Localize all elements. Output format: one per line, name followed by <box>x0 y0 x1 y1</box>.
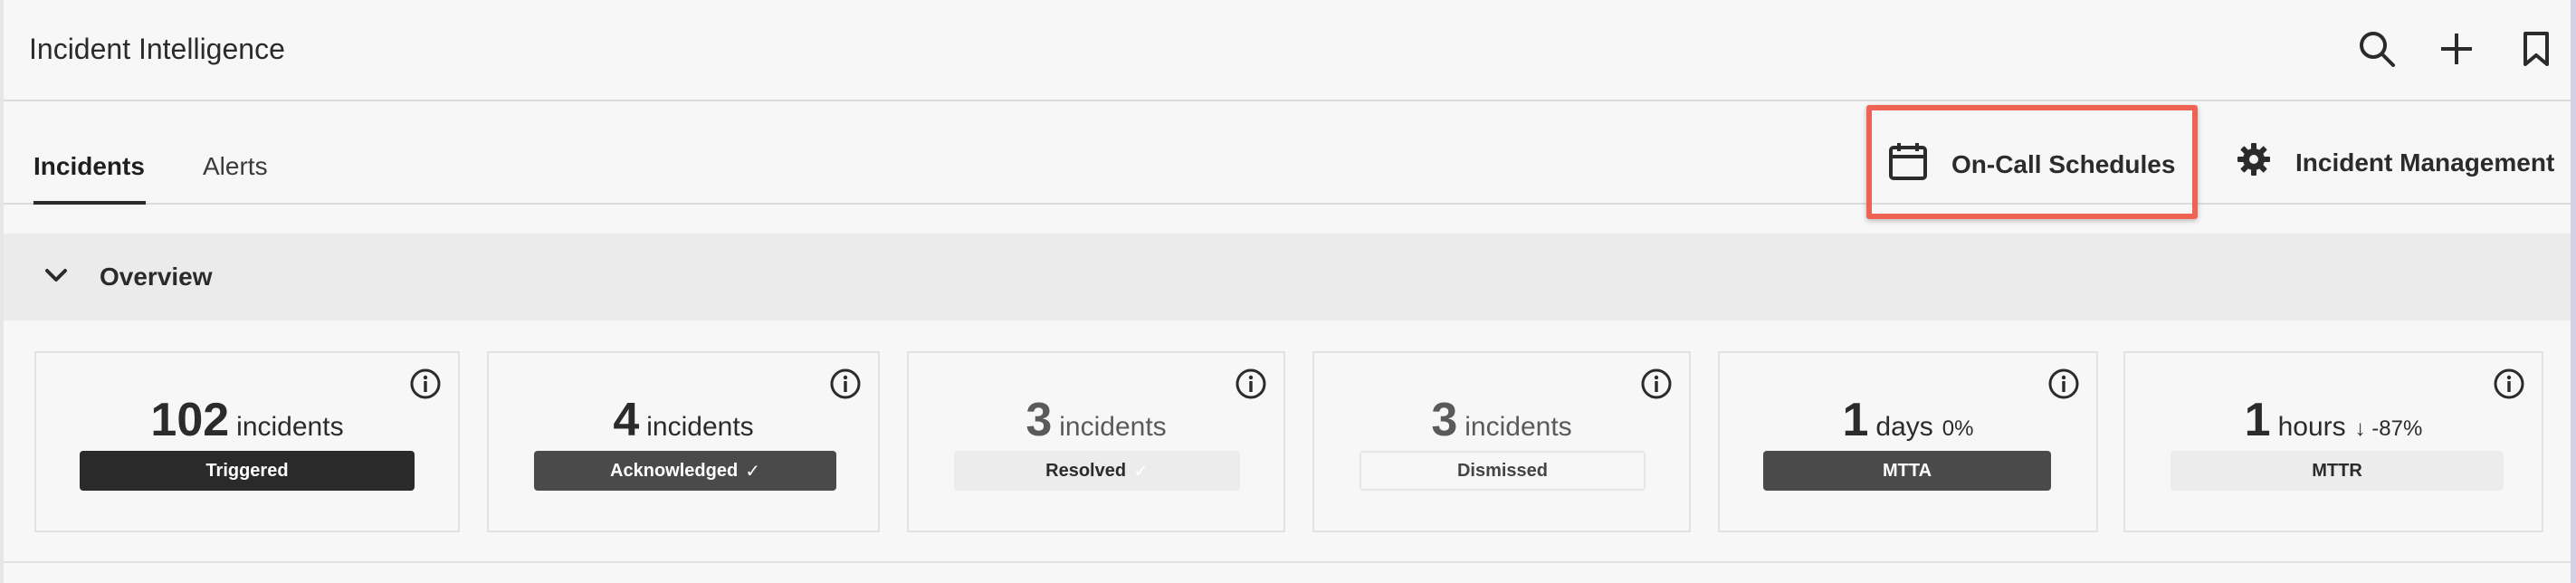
tab-incidents[interactable]: Incidents <box>33 152 145 181</box>
divider <box>4 561 2571 563</box>
status-label: MTTR <box>2312 460 2362 481</box>
status-label: MTTA <box>1882 460 1932 481</box>
right-edge <box>2571 0 2576 583</box>
incident-management-button[interactable]: Incident Management <box>2236 141 2554 184</box>
metric-value: 1 days 0% <box>1720 393 2096 447</box>
overview-section-header[interactable]: Overview <box>4 234 2571 320</box>
gear-icon <box>2236 141 2272 184</box>
metric-unit: hours <box>2277 412 2346 442</box>
metric-number: 3 <box>1431 394 1458 446</box>
metric-value: 4 incidents <box>489 393 878 447</box>
metric-value: 3 incidents <box>909 393 1283 447</box>
status-badge-dismissed[interactable]: Dismissed <box>1360 451 1646 491</box>
calendar-icon <box>1888 141 1928 187</box>
metric-number: 102 <box>150 394 230 446</box>
metric-value: 1 hours ↓ -87% <box>2125 393 2542 447</box>
chevron-down-icon[interactable] <box>42 261 71 294</box>
status-badge-resolved[interactable]: Resolved ✓ <box>954 451 1240 491</box>
metric-card-acknowledged: 4 incidents Acknowledged ✓ <box>487 351 880 532</box>
active-tab-indicator <box>33 201 146 205</box>
metric-delta: 0% <box>1942 416 1974 441</box>
status-badge-mttr[interactable]: MTTR <box>2171 451 2504 491</box>
metric-number: 3 <box>1026 394 1053 446</box>
tab-bar: Incidents Alerts On-Call Schedules Incid… <box>4 101 2571 205</box>
status-label: Acknowledged <box>610 460 739 481</box>
metric-unit: days <box>1875 412 1933 442</box>
search-icon[interactable] <box>2353 25 2400 72</box>
metric-value: 102 incidents <box>36 393 458 447</box>
app-header: Incident Intelligence <box>4 0 2571 101</box>
overview-title: Overview <box>100 263 213 291</box>
checkmark-icon: ✓ <box>745 461 760 482</box>
metric-card-dismissed: 3 incidents Dismissed <box>1312 351 1691 532</box>
metric-unit: incidents <box>1059 412 1167 442</box>
metric-card-mtta: 1 days 0% MTTA <box>1718 351 2098 532</box>
status-badge-acknowledged[interactable]: Acknowledged ✓ <box>534 451 836 491</box>
plus-icon[interactable] <box>2433 25 2480 72</box>
metric-value: 3 incidents <box>1314 393 1689 447</box>
metric-delta: ↓ -87% <box>2354 416 2423 441</box>
status-label: Triggered <box>205 460 289 481</box>
on-call-schedules-label: On-Call Schedules <box>1951 149 2176 178</box>
incident-management-label: Incident Management <box>2295 148 2555 177</box>
metric-card-triggered: 102 incidents Triggered <box>34 351 460 532</box>
metric-unit: incidents <box>646 412 754 442</box>
metric-number: 1 <box>2244 394 2271 446</box>
metric-card-mttr: 1 hours ↓ -87% MTTR <box>2123 351 2543 532</box>
status-label: Resolved <box>1045 460 1127 481</box>
metric-card-resolved: 3 incidents Resolved ✓ <box>907 351 1285 532</box>
status-label: Dismissed <box>1456 460 1549 481</box>
metric-number: 1 <box>1842 394 1869 446</box>
tab-alerts[interactable]: Alerts <box>203 152 268 181</box>
bookmark-icon[interactable] <box>2513 25 2560 72</box>
status-badge-mtta[interactable]: MTTA <box>1763 451 2051 491</box>
header-icons <box>2353 25 2560 72</box>
status-badge-triggered[interactable]: Triggered <box>80 451 415 491</box>
metric-unit: incidents <box>236 412 344 442</box>
on-call-schedules-button[interactable]: On-Call Schedules <box>1888 141 2175 187</box>
app-title: Incident Intelligence <box>29 33 285 65</box>
checkmark-icon: ✓ <box>1133 461 1149 482</box>
metric-unit: incidents <box>1465 412 1572 442</box>
metric-number: 4 <box>613 394 640 446</box>
